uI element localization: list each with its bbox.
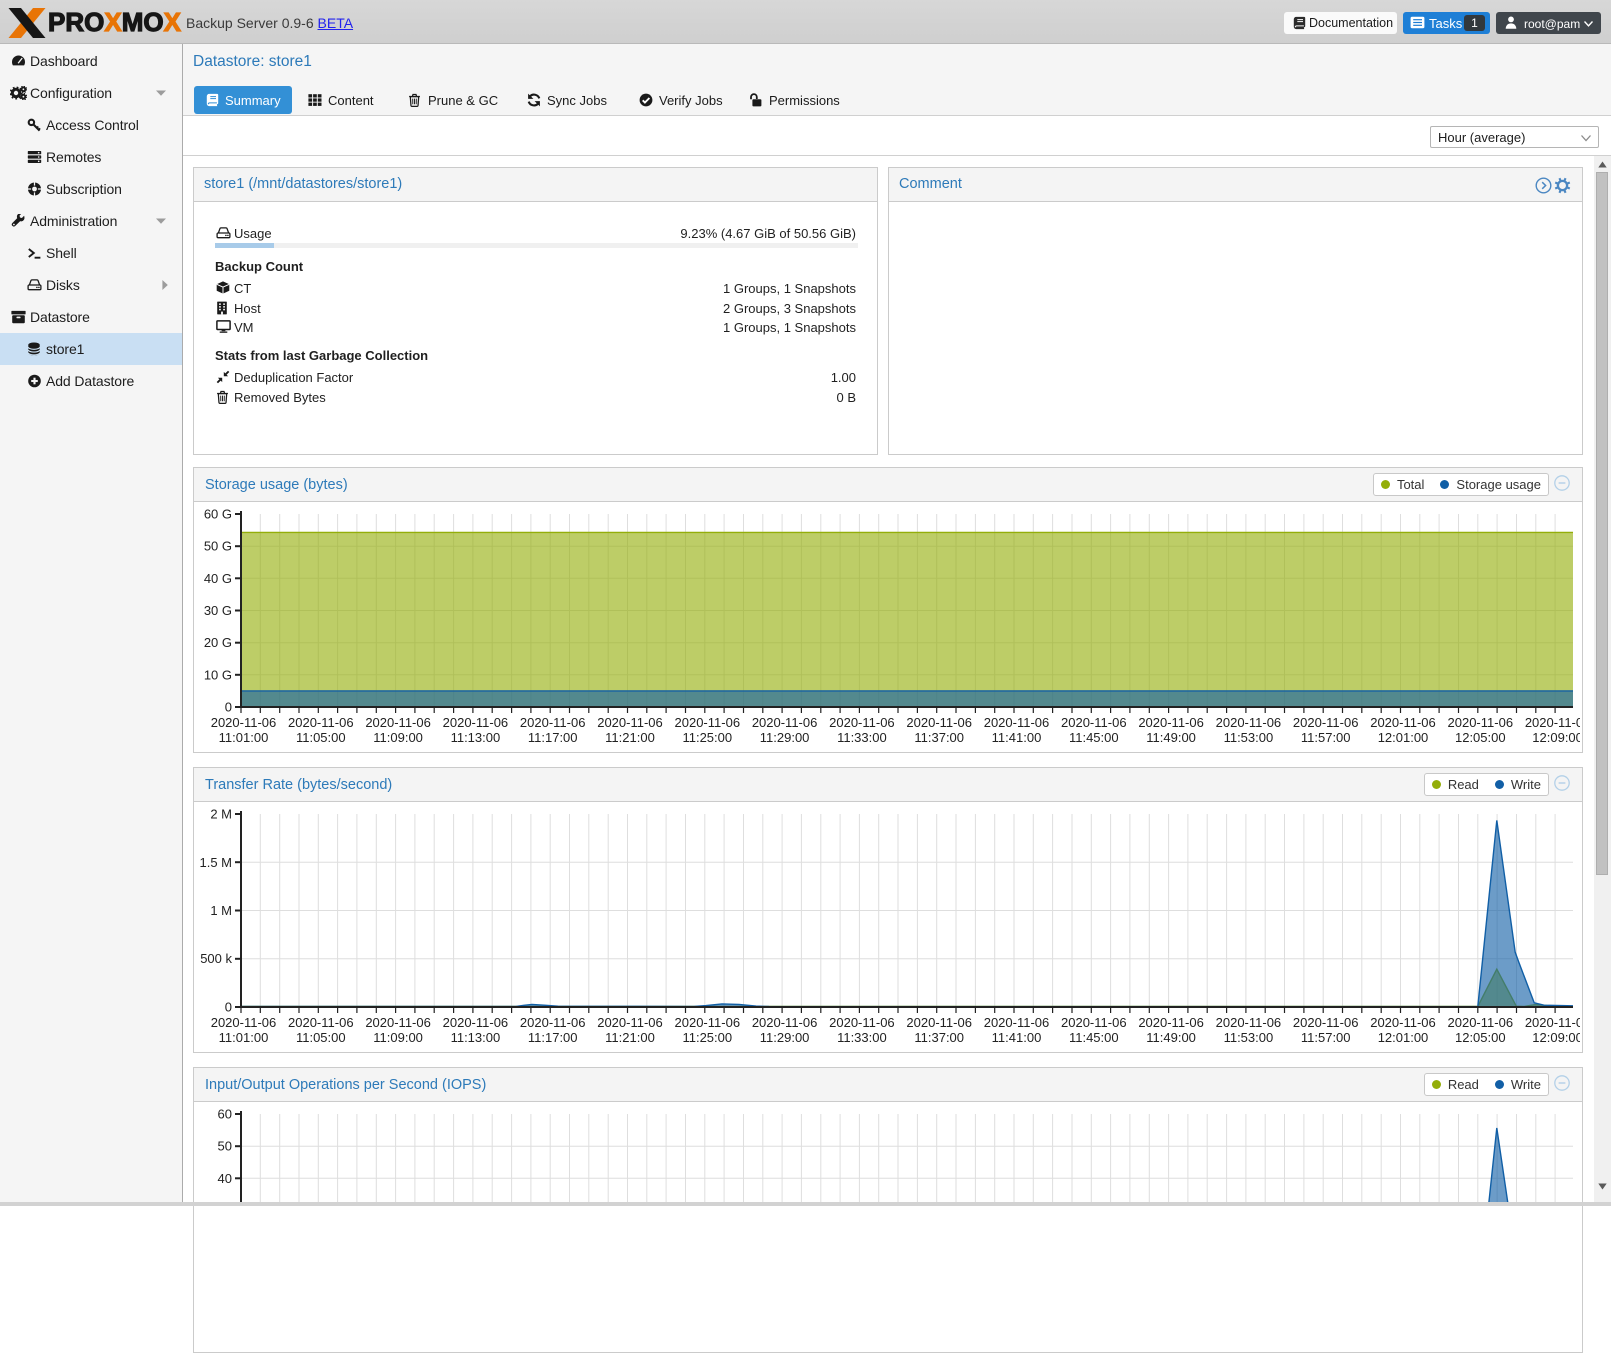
svg-text:12:01:00: 12:01:00 [1378,730,1429,745]
svg-text:11:49:00: 11:49:00 [1146,730,1196,745]
svg-text:11:45:00: 11:45:00 [1069,730,1119,745]
svg-text:2020-11-06: 2020-11-06 [520,1015,586,1030]
svg-text:2020-11-06: 2020-11-06 [906,1015,972,1030]
svg-text:11:05:00: 11:05:00 [296,1030,346,1045]
svg-text:60: 60 [218,1107,232,1122]
svg-text:2020-11-06: 2020-11-06 [984,1015,1050,1030]
svg-text:2020-11-06: 2020-11-06 [1525,715,1580,730]
svg-text:11:17:00: 11:17:00 [528,730,578,745]
svg-text:11:01:00: 11:01:00 [219,730,269,745]
svg-text:2020-11-06: 2020-11-06 [752,715,818,730]
svg-text:11:49:00: 11:49:00 [1146,1030,1196,1045]
svg-text:11:53:00: 11:53:00 [1224,1030,1274,1045]
svg-text:2020-11-06: 2020-11-06 [829,715,895,730]
svg-text:2020-11-06: 2020-11-06 [675,1015,741,1030]
svg-text:2020-11-06: 2020-11-06 [1293,715,1359,730]
svg-text:2020-11-06: 2020-11-06 [1061,1015,1127,1030]
svg-text:2020-11-06: 2020-11-06 [520,715,586,730]
svg-text:500 k: 500 k [200,951,232,966]
svg-text:11:33:00: 11:33:00 [837,730,887,745]
svg-text:2020-11-06: 2020-11-06 [443,1015,509,1030]
svg-text:2020-11-06: 2020-11-06 [288,715,354,730]
svg-text:2020-11-06: 2020-11-06 [1448,1015,1514,1030]
svg-text:2020-11-06: 2020-11-06 [1525,1015,1580,1030]
svg-text:1.5 M: 1.5 M [199,855,232,870]
svg-text:2020-11-06: 2020-11-06 [597,1015,663,1030]
svg-text:11:01:00: 11:01:00 [219,1030,269,1045]
svg-text:50: 50 [218,1139,232,1154]
svg-text:12:05:00: 12:05:00 [1455,1030,1506,1045]
svg-text:40 G: 40 G [204,571,232,586]
svg-text:0: 0 [225,1000,232,1015]
svg-text:12:01:00: 12:01:00 [1378,1030,1429,1045]
svg-text:11:13:00: 11:13:00 [451,1030,501,1045]
svg-text:12:09:00: 12:09:00 [1532,1030,1580,1045]
svg-text:PROXMOX: PROXMOX [48,7,182,37]
svg-text:2020-11-06: 2020-11-06 [1216,1015,1282,1030]
svg-text:10 G: 10 G [204,667,232,682]
svg-text:11:41:00: 11:41:00 [992,1030,1042,1045]
svg-text:11:53:00: 11:53:00 [1224,730,1274,745]
svg-text:2020-11-06: 2020-11-06 [1293,1015,1359,1030]
svg-text:2020-11-06: 2020-11-06 [211,1015,277,1030]
svg-text:2020-11-06: 2020-11-06 [1138,715,1204,730]
svg-text:2020-11-06: 2020-11-06 [752,1015,818,1030]
svg-text:11:21:00: 11:21:00 [605,1030,655,1045]
svg-text:1 M: 1 M [210,903,232,918]
svg-text:2020-11-06: 2020-11-06 [211,715,277,730]
svg-text:40: 40 [218,1171,232,1186]
svg-text:11:29:00: 11:29:00 [760,730,810,745]
svg-text:11:37:00: 11:37:00 [914,730,964,745]
svg-text:11:45:00: 11:45:00 [1069,1030,1119,1045]
svg-text:2020-11-06: 2020-11-06 [1370,715,1436,730]
svg-text:11:25:00: 11:25:00 [682,1030,732,1045]
svg-text:50 G: 50 G [204,539,232,554]
svg-text:2020-11-06: 2020-11-06 [1370,1015,1436,1030]
svg-text:0: 0 [225,700,232,715]
svg-text:11:37:00: 11:37:00 [914,1030,964,1045]
svg-text:2020-11-06: 2020-11-06 [984,715,1050,730]
svg-text:11:17:00: 11:17:00 [528,1030,578,1045]
svg-text:12:05:00: 12:05:00 [1455,730,1506,745]
svg-text:2 M: 2 M [210,807,232,822]
svg-text:11:09:00: 11:09:00 [373,730,423,745]
svg-text:2020-11-06: 2020-11-06 [1448,715,1514,730]
svg-text:2020-11-06: 2020-11-06 [906,715,972,730]
svg-text:20 G: 20 G [204,635,232,650]
svg-text:60 G: 60 G [204,507,232,522]
svg-text:2020-11-06: 2020-11-06 [597,715,663,730]
svg-text:2020-11-06: 2020-11-06 [1216,715,1282,730]
svg-text:11:05:00: 11:05:00 [296,730,346,745]
svg-text:2020-11-06: 2020-11-06 [365,715,431,730]
svg-text:2020-11-06: 2020-11-06 [1061,715,1127,730]
svg-text:11:33:00: 11:33:00 [837,1030,887,1045]
svg-text:11:41:00: 11:41:00 [992,730,1042,745]
svg-text:30 G: 30 G [204,603,232,618]
svg-text:2020-11-06: 2020-11-06 [829,1015,895,1030]
svg-text:11:13:00: 11:13:00 [451,730,501,745]
svg-text:2020-11-06: 2020-11-06 [288,1015,354,1030]
svg-text:2020-11-06: 2020-11-06 [1138,1015,1204,1030]
svg-text:12:09:00: 12:09:00 [1532,730,1580,745]
svg-text:11:21:00: 11:21:00 [605,730,655,745]
svg-text:2020-11-06: 2020-11-06 [365,1015,431,1030]
svg-text:2020-11-06: 2020-11-06 [443,715,509,730]
svg-text:2020-11-06: 2020-11-06 [675,715,741,730]
svg-text:11:57:00: 11:57:00 [1301,730,1351,745]
svg-text:11:29:00: 11:29:00 [760,1030,810,1045]
svg-text:11:25:00: 11:25:00 [682,730,732,745]
svg-text:11:09:00: 11:09:00 [373,1030,423,1045]
svg-text:11:57:00: 11:57:00 [1301,1030,1351,1045]
